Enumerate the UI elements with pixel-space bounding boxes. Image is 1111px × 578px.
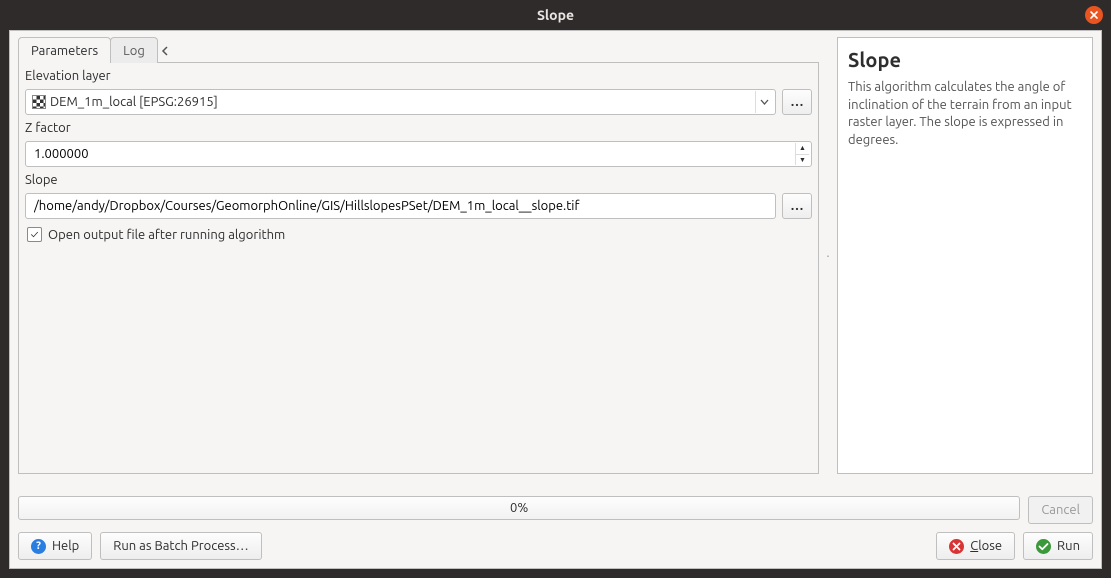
spacer	[270, 532, 929, 560]
elevation-layer-browse-button[interactable]: …	[782, 89, 812, 115]
zfactor-spinbox[interactable]: ▲ ▼	[25, 141, 812, 167]
run-button-label: Run	[1057, 539, 1080, 553]
help-button-label: Help	[52, 539, 79, 553]
collapse-help-toggle[interactable]	[161, 45, 169, 59]
chevron-left-icon	[161, 46, 169, 56]
footer-buttons: ? Help Run as Batch Process… Close Run	[18, 532, 1093, 560]
close-icon	[1089, 10, 1099, 20]
progress-text: 0%	[510, 501, 528, 515]
slope-output-browse-button[interactable]: …	[782, 193, 812, 219]
algorithm-help-panel: Slope This algorithm calculates the angl…	[837, 37, 1093, 474]
titlebar: Slope	[0, 0, 1111, 30]
run-button[interactable]: Run	[1023, 532, 1093, 560]
ellipsis-icon: …	[791, 95, 804, 109]
close-button-label: Close	[970, 539, 1002, 553]
slope-output-input-wrap[interactable]	[25, 193, 776, 219]
parameters-panel: Parameters Log Elevation layer DEM_1m	[18, 37, 819, 474]
tab-parameters[interactable]: Parameters	[18, 37, 111, 63]
chevron-down-icon	[755, 91, 773, 113]
help-icon: ?	[31, 539, 46, 554]
slope-dialog-window: Slope Parameters Log	[0, 0, 1111, 578]
slope-output-input[interactable]	[32, 198, 769, 214]
raster-icon	[32, 95, 46, 109]
help-body: This algorithm calculates the angle of i…	[848, 79, 1082, 149]
cancel-button-label: Cancel	[1041, 503, 1080, 517]
spin-up-button[interactable]: ▲	[795, 143, 809, 155]
upper-area: Parameters Log Elevation layer DEM_1m	[18, 37, 1093, 474]
parameters-form: Elevation layer DEM_1m_local [EPSG:26915…	[18, 62, 819, 474]
window-close-button[interactable]	[1085, 6, 1103, 24]
splitter-handle[interactable]: ·	[825, 37, 831, 474]
progress-row: 0% Cancel	[18, 496, 1093, 524]
tab-bar: Parameters Log	[18, 37, 819, 63]
help-title: Slope	[848, 48, 1082, 71]
dialog-content: Parameters Log Elevation layer DEM_1m	[9, 30, 1102, 569]
open-output-checkbox[interactable]: ✓	[27, 227, 42, 242]
check-icon	[1036, 539, 1051, 554]
zfactor-label: Z factor	[25, 119, 812, 137]
close-icon	[949, 539, 964, 554]
open-output-label: Open output file after running algorithm	[48, 228, 285, 242]
progress-bar: 0%	[18, 496, 1020, 520]
tab-log[interactable]: Log	[110, 37, 158, 63]
tab-log-label: Log	[123, 44, 145, 58]
elevation-layer-label: Elevation layer	[25, 67, 812, 85]
spin-buttons: ▲ ▼	[795, 143, 809, 165]
elevation-layer-value: DEM_1m_local [EPSG:26915]	[50, 95, 769, 109]
cancel-button: Cancel	[1028, 496, 1093, 524]
close-button[interactable]: Close	[936, 532, 1015, 560]
spin-down-button[interactable]: ▼	[795, 155, 809, 166]
help-button[interactable]: ? Help	[18, 532, 92, 560]
open-output-checkbox-row[interactable]: ✓ Open output file after running algorit…	[25, 223, 812, 246]
slope-output-label: Slope	[25, 171, 812, 189]
run-batch-label: Run as Batch Process…	[113, 539, 248, 553]
ellipsis-icon: …	[791, 199, 804, 213]
elevation-layer-combo[interactable]: DEM_1m_local [EPSG:26915]	[25, 89, 776, 115]
window-title: Slope	[537, 7, 574, 23]
tab-parameters-label: Parameters	[31, 44, 98, 58]
zfactor-input[interactable]	[32, 146, 793, 162]
run-batch-button[interactable]: Run as Batch Process…	[100, 532, 261, 560]
